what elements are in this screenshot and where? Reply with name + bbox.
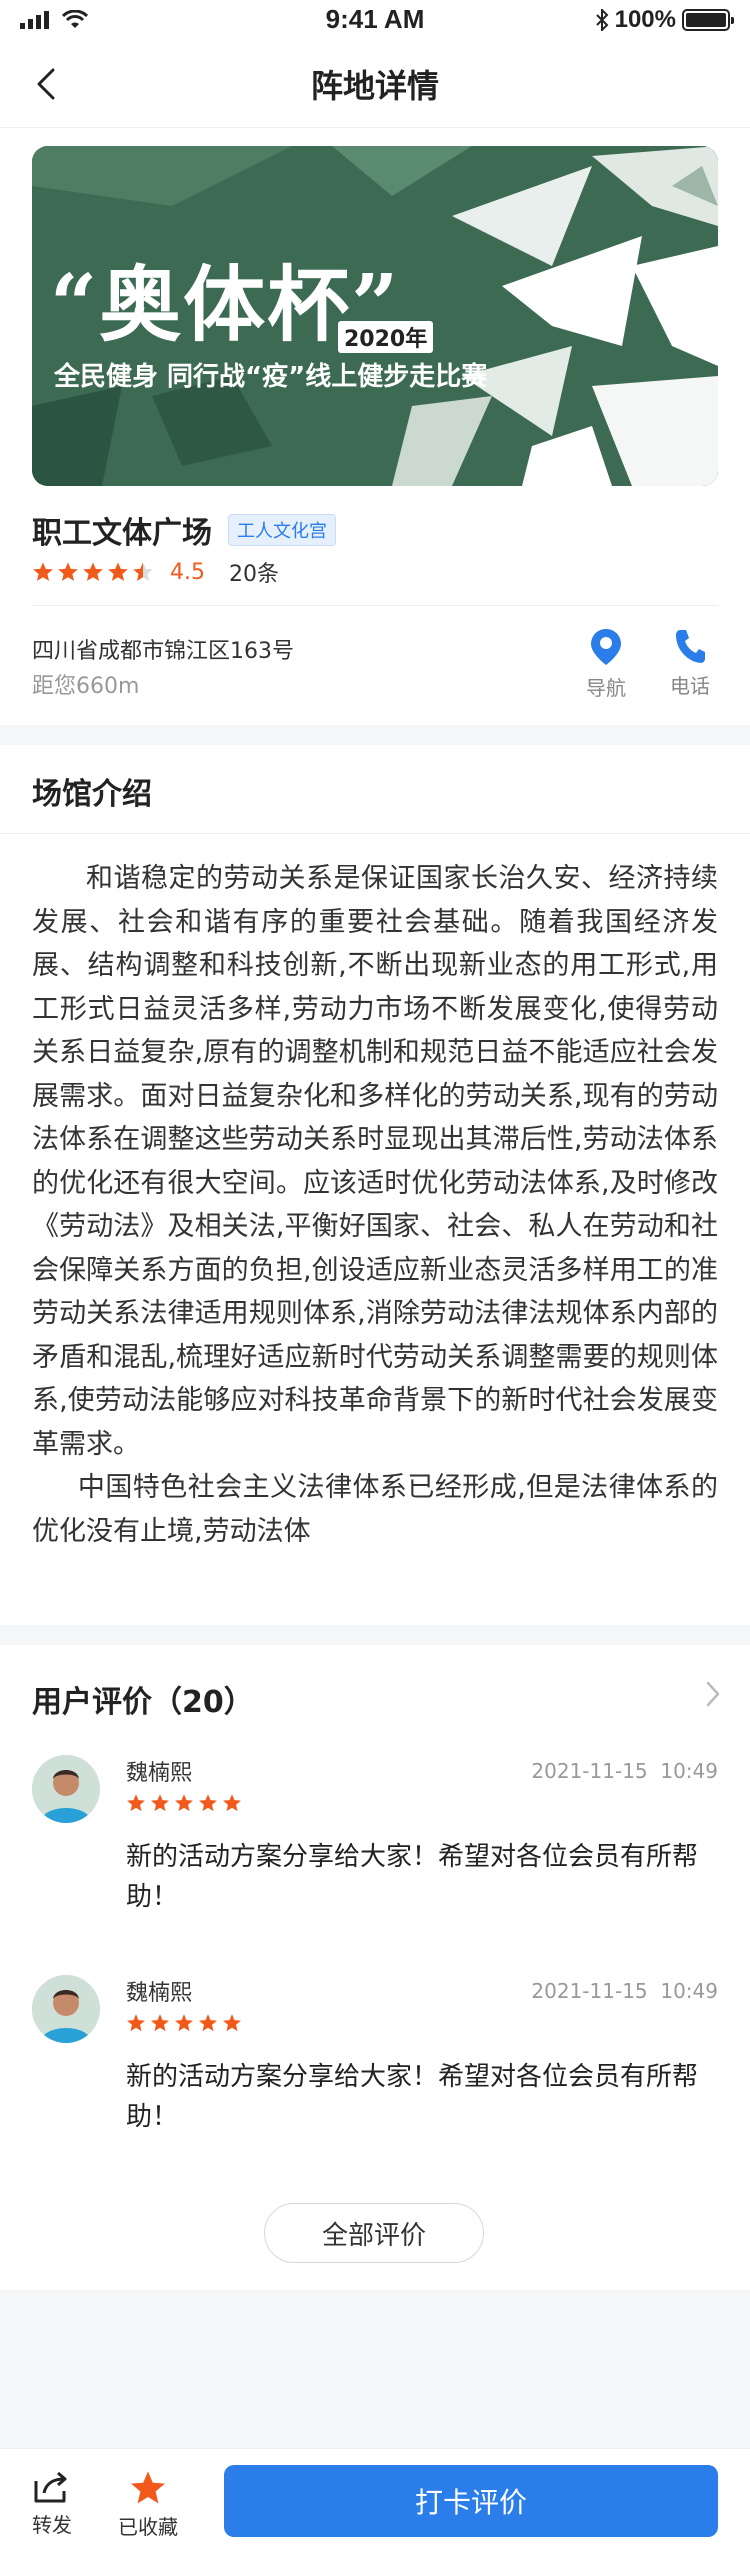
- avatar-portrait-icon: [32, 1975, 100, 2043]
- venue-banner[interactable]: “奥体杯” 2020年 全民健身 同行战“疫”线上健步走比赛: [32, 146, 718, 486]
- review-body: 新的活动方案分享给大家！希望对各位会员有所帮助！: [126, 1842, 699, 1912]
- star-full-icon: [83, 562, 103, 581]
- reviewer-name: 魏楠熙: [126, 1981, 193, 2006]
- rating-count: 20条: [229, 562, 279, 587]
- share-icon: [34, 2471, 67, 2503]
- review-date: 2021-11-15: [531, 1979, 648, 2003]
- star-full-icon: [223, 2014, 241, 2032]
- reviews-card: 用户评价（20） 魏楠熙 2021-11-15 10:49 新的活动方案分享给大…: [0, 1645, 750, 2290]
- star-full-icon: [151, 1794, 169, 1812]
- banner-year: 2020年: [338, 321, 434, 353]
- divider: [0, 833, 750, 834]
- chevron-left-icon: [37, 68, 55, 100]
- share-button[interactable]: 转发: [12, 2469, 92, 2538]
- review-item: 魏楠熙 2021-11-15 10:49 新的活动方案分享给大家！希望对各位会员…: [32, 1975, 718, 2145]
- venue-name: 职工文体广场: [32, 516, 212, 551]
- venue-distance: 距您660m: [32, 674, 140, 699]
- review-body: 新的活动方案分享给大家！希望对各位会员有所帮助！: [126, 2062, 699, 2132]
- review-stars: [126, 1793, 242, 1813]
- rating-row: 4.5 20条: [32, 556, 279, 588]
- review-time: 10:49: [660, 1979, 718, 2003]
- navigate-label: 导航: [586, 676, 626, 700]
- wifi-icon: [62, 10, 88, 28]
- intro-text: 和谐稳定的劳动关系是保证国家长治久安、经济持续发展、社会和谐有序的重要社会基础。…: [32, 857, 718, 1553]
- back-button[interactable]: [24, 62, 68, 106]
- star-filled-icon: [131, 2471, 165, 2504]
- venue-card: “奥体杯” 2020年 全民健身 同行战“疫”线上健步走比赛 职工文体广场 工人…: [0, 128, 750, 725]
- venue-address: 四川省成都市锦江区163号: [32, 639, 294, 664]
- star-half-icon: [133, 562, 153, 581]
- star-full-icon: [127, 1794, 145, 1812]
- battery-percent: 100%: [614, 6, 676, 33]
- intro-title: 场馆介绍: [32, 777, 152, 812]
- avatar-portrait-icon: [32, 1755, 100, 1823]
- divider: [32, 605, 718, 606]
- star-full-icon: [175, 1794, 193, 1812]
- banner-subtitle: 全民健身 同行战“疫”线上健步走比赛: [54, 362, 488, 392]
- phone-button[interactable]: 电话: [660, 628, 720, 699]
- venue-stars: [32, 561, 154, 583]
- battery-icon: [682, 9, 734, 31]
- review-date: 2021-11-15: [531, 1759, 648, 1783]
- review-time: 10:49: [660, 1759, 718, 1783]
- all-reviews-button[interactable]: 全部评价: [264, 2203, 484, 2263]
- intro-paragraph: 和谐稳定的劳动关系是保证国家长治久安、经济持续发展、社会和谐有序的重要社会基础。…: [32, 863, 718, 1460]
- star-full-icon: [199, 1794, 217, 1812]
- venue-tag: 工人文化宫: [228, 514, 336, 546]
- intro-paragraph: 中国特色社会主义法律体系已经形成,但是法律体系的优化没有止境,劳动法体: [32, 1472, 718, 1547]
- nav-bar: 阵地详情: [0, 40, 750, 128]
- intro-card: 场馆介绍 和谐稳定的劳动关系是保证国家长治久安、经济持续发展、社会和谐有序的重要…: [0, 745, 750, 1625]
- star-full-icon: [127, 2014, 145, 2032]
- star-full-icon: [58, 562, 78, 581]
- chevron-right-icon[interactable]: [706, 1681, 720, 1707]
- favorite-button[interactable]: 已收藏: [108, 2469, 188, 2540]
- review-timestamp: 2021-11-15 10:49: [531, 1759, 718, 1783]
- status-left: [20, 10, 88, 30]
- reviews-title: 用户评价（20）: [32, 1685, 254, 1720]
- rating-value: 4.5: [170, 559, 205, 585]
- bottom-bar: 转发 已收藏 打卡评价: [0, 2448, 750, 2558]
- star-full-icon: [199, 2014, 217, 2032]
- location-pin-icon: [591, 629, 621, 665]
- star-full-icon: [223, 1794, 241, 1812]
- avatar[interactable]: [32, 1755, 100, 1823]
- phone-icon: [676, 630, 705, 663]
- avatar[interactable]: [32, 1975, 100, 2043]
- star-full-icon: [33, 562, 53, 581]
- star-full-icon: [175, 2014, 193, 2032]
- navigate-button[interactable]: 导航: [576, 628, 636, 701]
- status-right: 100%: [595, 6, 734, 34]
- signal-icon: [20, 11, 49, 29]
- checkin-review-button[interactable]: 打卡评价: [224, 2465, 718, 2537]
- review-item: 魏楠熙 2021-11-15 10:49 新的活动方案分享给大家！希望对各位会员…: [32, 1755, 718, 1925]
- bluetooth-icon: [595, 9, 609, 31]
- venue-name-row: 职工文体广场 工人文化宫: [32, 508, 336, 552]
- status-bar: 9:41 AM 100%: [0, 0, 750, 40]
- review-stars: [126, 2013, 242, 2033]
- star-full-icon: [108, 562, 128, 581]
- star-full-icon: [151, 2014, 169, 2032]
- reviewer-name: 魏楠熙: [126, 1761, 193, 1786]
- review-timestamp: 2021-11-15 10:49: [531, 1979, 718, 2003]
- favorite-label: 已收藏: [118, 2515, 178, 2539]
- share-label: 转发: [32, 2513, 72, 2537]
- phone-label: 电话: [670, 674, 710, 698]
- page-title: 阵地详情: [310, 66, 439, 105]
